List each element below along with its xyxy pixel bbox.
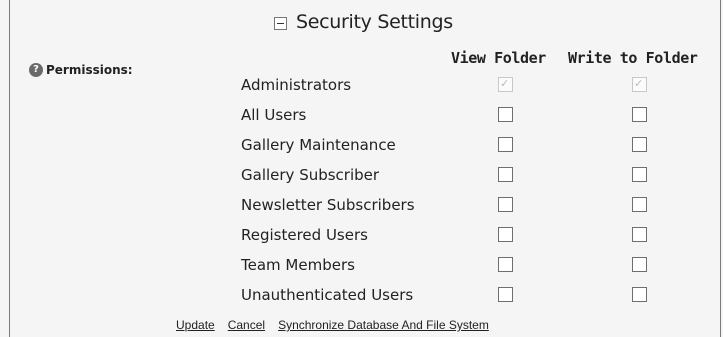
permission-row-label: Administrators [241,76,352,94]
checkmark-icon: ✓ [634,77,644,90]
action-links: Update Cancel Synchronize Database And F… [176,318,489,332]
cancel-link[interactable]: Cancel [228,318,265,332]
section-title: Security Settings [296,11,453,33]
write-to-folder-checkbox[interactable] [632,257,647,272]
write-to-folder-checkbox[interactable] [632,107,647,122]
view-folder-checkbox[interactable] [498,167,513,182]
column-header-view-folder: View Folder [451,49,546,67]
synchronize-link[interactable]: Synchronize Database And File System [278,318,489,332]
view-folder-checkbox[interactable]: ✓ [498,77,513,92]
section-header[interactable]: Security Settings [274,9,453,35]
permission-row-label: Team Members [241,256,355,274]
view-folder-checkbox[interactable] [498,287,513,302]
view-folder-checkbox[interactable] [498,197,513,212]
permission-row-registered-users: Registered Users [0,225,723,255]
permission-row-unauthenticated-users: Unauthenticated Users [0,285,723,315]
write-to-folder-checkbox[interactable]: ✓ [632,77,647,92]
permission-row-administrators: Administrators ✓ ✓ [0,75,723,105]
column-header-write-to-folder: Write to Folder [568,49,698,67]
checkmark-icon: ✓ [500,77,510,90]
write-to-folder-checkbox[interactable] [632,167,647,182]
permission-row-team-members: Team Members [0,255,723,285]
view-folder-checkbox[interactable] [498,227,513,242]
update-link[interactable]: Update [176,318,215,332]
permission-row-all-users: All Users [0,105,723,135]
view-folder-checkbox[interactable] [498,257,513,272]
permission-row-label: All Users [241,106,307,124]
permission-row-label: Gallery Subscriber [241,166,380,184]
permission-row-label: Newsletter Subscribers [241,196,415,214]
security-settings-panel: Security Settings ? Permissions: View Fo… [0,0,723,337]
permission-row-gallery-maintenance: Gallery Maintenance [0,135,723,165]
view-folder-checkbox[interactable] [498,137,513,152]
minus-square-icon[interactable] [274,17,287,30]
write-to-folder-checkbox[interactable] [632,137,647,152]
view-folder-checkbox[interactable] [498,107,513,122]
write-to-folder-checkbox[interactable] [632,197,647,212]
permission-row-label: Unauthenticated Users [241,286,414,304]
write-to-folder-checkbox[interactable] [632,287,647,302]
permission-row-newsletter-subscribers: Newsletter Subscribers [0,195,723,225]
write-to-folder-checkbox[interactable] [632,227,647,242]
permission-row-label: Registered Users [241,226,368,244]
permission-row-label: Gallery Maintenance [241,136,396,154]
permission-row-gallery-subscriber: Gallery Subscriber [0,165,723,195]
